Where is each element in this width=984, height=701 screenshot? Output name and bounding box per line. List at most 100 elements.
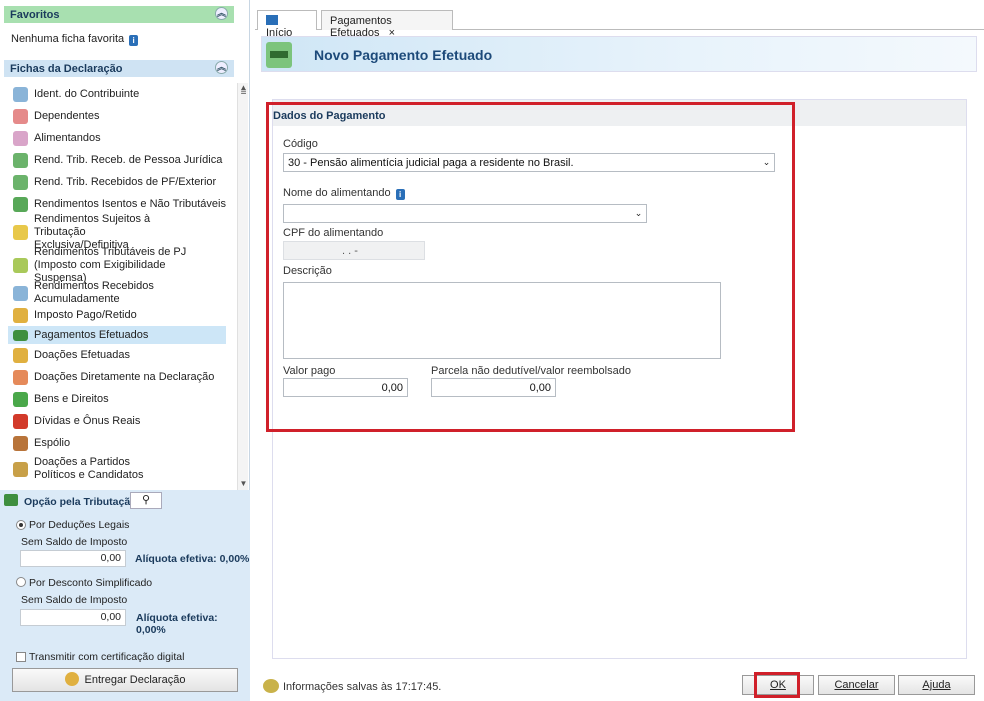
save-status: Informações salvas às 17:17:45. xyxy=(263,679,441,693)
radio-simplificado[interactable] xyxy=(16,577,26,587)
sidebar-item-ident[interactable]: Ident. do Contribuinte xyxy=(8,83,230,105)
income-pf-icon xyxy=(13,174,28,190)
simplificado-aliquota: Alíquota efetiva: 0,00% xyxy=(136,612,218,636)
sidebar-item-label: Doações Diretamente na Declaração xyxy=(34,370,215,383)
sidebar-item-label: Pagamentos Efetuados xyxy=(34,328,149,341)
info-icon[interactable]: i xyxy=(129,35,139,46)
deducoes-value: 0,00 xyxy=(20,550,126,567)
sidebar-item-acumulada[interactable]: Rendimentos Recebidos Acumuladamente xyxy=(8,280,230,305)
tab-inicio[interactable]: Início xyxy=(257,10,317,39)
sidebar-item-doacoes-diretas[interactable]: Doações Diretamente na Declaração xyxy=(8,366,230,388)
sidebar-item-rend-pf[interactable]: Rend. Trib. Recebidos de PF/Exterior xyxy=(8,171,230,193)
help-label: Ajuda xyxy=(922,679,951,691)
sidebar-item-label: Rendimentos Recebidos Acumuladamente xyxy=(34,280,154,305)
scroll-thumb-icon[interactable]: ≡ xyxy=(238,87,249,98)
sidebar-item-suspensa[interactable]: Rendimentos Tributáveis de PJ (Imposto c… xyxy=(8,245,208,284)
sidebar-item-dependentes[interactable]: Dependentes xyxy=(8,105,230,127)
simplificado-value: 0,00 xyxy=(20,609,126,626)
person-icon xyxy=(13,86,28,102)
estate-icon xyxy=(13,435,28,451)
sidebar-item-label: Dependentes xyxy=(34,109,100,122)
sidebar-item-label: Espólio xyxy=(34,436,71,449)
debts-icon xyxy=(13,413,28,429)
globe-icon xyxy=(64,672,79,686)
sidebar-item-label: Rendimentos Isentos e Não Tributáveis xyxy=(34,198,226,210)
sidebar-item-label: Alimentandos xyxy=(34,131,101,144)
favorites-empty-text: Nenhuma ficha favorita xyxy=(11,33,125,45)
sidebar-item-label: Bens e Direitos xyxy=(34,392,109,405)
sidebar-item-label: Ident. do Contribuinte xyxy=(34,87,140,100)
political-donations-icon xyxy=(13,461,28,477)
deducoes-sub: Sem Saldo de Imposto xyxy=(21,536,128,548)
search-button[interactable]: ⚲ xyxy=(130,492,162,509)
sidebar-item-label: Doações Efetuadas xyxy=(34,348,131,361)
ok-highlight-box xyxy=(754,672,800,698)
collapse-up-icon[interactable]: ︽ xyxy=(215,7,228,20)
sidebar-item-label: Rend. Trib. Recebidos de PF/Exterior xyxy=(34,175,217,188)
sidebar-item-label: Rendimentos Tributáveis de PJ (Imposto c… xyxy=(34,245,187,284)
save-status-text: Informações salvas às 17:17:45. xyxy=(283,681,442,693)
sidebar-item-espolio[interactable]: Espólio xyxy=(8,432,230,454)
tab-bar: Início Pagamentos Efetuados × xyxy=(255,0,984,39)
sidebar-item-dividas[interactable]: Dívidas e Ônus Reais xyxy=(8,410,230,432)
accumulated-income-icon xyxy=(13,285,28,301)
cancel-button[interactable]: Cancelar xyxy=(818,675,895,695)
help-button[interactable]: Ajuda xyxy=(898,675,975,695)
exclusive-tax-icon xyxy=(13,224,28,240)
left-panel: Favoritos ︽ Nenhuma ficha favorita i Fich… xyxy=(0,0,250,701)
entregar-button[interactable]: Entregar Declaração xyxy=(12,668,238,692)
payment-card-icon xyxy=(266,42,292,68)
exempt-income-icon xyxy=(13,197,28,212)
sidebar-item-rend-pj[interactable]: Rend. Trib. Receb. de Pessoa Jurídica xyxy=(8,149,230,171)
sidebar-item-label: Dívidas e Ônus Reais xyxy=(34,414,141,427)
sidebar-item-exclusiva[interactable]: Rendimentos Sujeitos à Tributação Exclus… xyxy=(8,213,178,251)
simplificado-label: Por Desconto Simplificado xyxy=(29,577,153,589)
cancel-label: Cancelar xyxy=(834,679,879,691)
main-area: Início Pagamentos Efetuados × Novo Pagam… xyxy=(255,0,984,701)
page-banner: Novo Pagamento Efetuado xyxy=(261,36,977,72)
simplificado-sub: Sem Saldo de Imposto xyxy=(21,594,128,606)
favorites-empty: Nenhuma ficha favorita i xyxy=(11,33,139,46)
highlight-box xyxy=(266,102,795,432)
donations-icon xyxy=(13,347,28,363)
deducoes-label: Por Deduções Legais xyxy=(29,519,130,531)
sidebar-item-doacoes[interactable]: Doações Efetuadas xyxy=(8,344,230,366)
sidebar-item-alimentandos[interactable]: Alimentandos xyxy=(8,127,230,149)
sidebar-item-label: Rend. Trib. Receb. de Pessoa Jurídica xyxy=(34,153,223,166)
tab-pagamentos[interactable]: Pagamentos Efetuados × xyxy=(321,10,453,39)
sidebar-scrollbar[interactable]: ▲ ≡ ▼ xyxy=(237,83,248,493)
tributacao-panel: Opção pela Tributação: ⚲ Por Deduções Le… xyxy=(0,490,250,701)
assets-icon xyxy=(13,391,28,407)
sidebar-item-partidos[interactable]: Doações a Partidos Políticos e Candidato… xyxy=(8,454,168,484)
favorites-title: Favoritos xyxy=(10,9,60,21)
page-title: Novo Pagamento Efetuado xyxy=(314,47,493,63)
favorites-header[interactable]: Favoritos ︽ xyxy=(4,6,234,23)
deducoes-aliquota: Alíquota efetiva: 0,00% xyxy=(135,553,250,565)
fichas-header[interactable]: Fichas da Declaração ︽ xyxy=(4,60,234,77)
search-icon: ⚲ xyxy=(141,494,151,506)
transmitir-label: Transmitir com certificação digital xyxy=(29,651,185,663)
dependents-icon xyxy=(13,108,28,124)
tributacao-title: Opção pela Tributação: xyxy=(24,496,141,508)
entregar-label: Entregar Declaração xyxy=(84,674,186,686)
radio-deducoes[interactable] xyxy=(16,520,26,530)
income-pj-icon xyxy=(13,152,28,168)
payment-card-icon xyxy=(13,329,28,341)
home-icon xyxy=(266,15,278,25)
sidebar-item-label: Doações a Partidos Políticos e Candidato… xyxy=(34,456,144,481)
fichas-nav: Ident. do Contribuinte Dependentes Alime… xyxy=(8,83,230,484)
sidebar-item-label: Imposto Pago/Retido xyxy=(34,308,137,321)
transmitir-checkbox[interactable] xyxy=(16,652,26,662)
scroll-down-icon[interactable]: ▼ xyxy=(238,479,249,490)
alimentandos-icon xyxy=(13,130,28,146)
sidebar-item-bens[interactable]: Bens e Direitos xyxy=(8,388,230,410)
collapse-up-icon[interactable]: ︽ xyxy=(215,61,228,74)
suspended-tax-icon xyxy=(13,257,28,273)
fichas-title: Fichas da Declaração xyxy=(10,63,123,75)
tax-paid-icon xyxy=(13,307,28,323)
tributacao-icon xyxy=(4,494,18,506)
sidebar-item-pagamentos[interactable]: Pagamentos Efetuados xyxy=(8,326,226,344)
sidebar-item-imposto[interactable]: Imposto Pago/Retido xyxy=(8,304,230,326)
direct-donations-icon xyxy=(13,369,28,385)
saved-icon xyxy=(263,679,279,693)
